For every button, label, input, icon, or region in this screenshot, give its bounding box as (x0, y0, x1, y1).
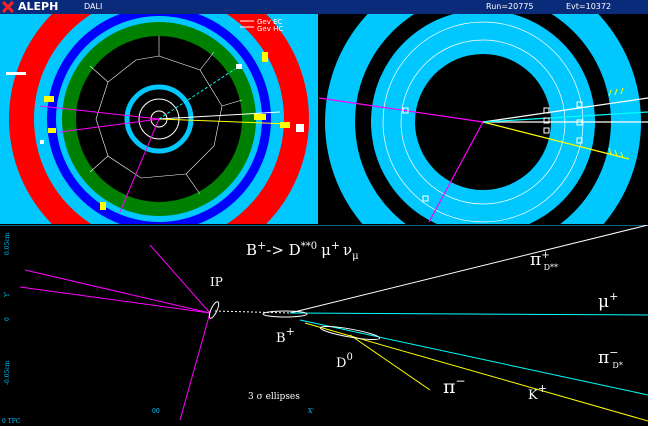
y-axis-mid-label: Y' (4, 291, 11, 298)
detector-xy-view: Gev EC Gev HC (0, 14, 318, 224)
run-number: Run=20775 (486, 2, 534, 11)
aleph-logo-icon (2, 0, 14, 14)
title-bar: ALEPH DALI Run=20775 Evt=10372 (0, 0, 648, 14)
ellipses-note: 3 σ ellipses (248, 392, 300, 402)
legend-hc-label: Gev HC (257, 25, 283, 33)
y-axis-zero-label: 0 (4, 317, 11, 321)
brand-label: ALEPH (18, 0, 59, 13)
ip-closeup-view: B+-> D**0 μ+ νμ IP B+ D0 π+ D** μ+ π− D* π− … (0, 225, 648, 426)
x-axis-left-label: 00 (152, 408, 160, 415)
y-axis-top-label: 0.05cm (4, 232, 11, 255)
y-axis-bottom-label: -0.05cm (4, 360, 11, 385)
ip-label: IP (210, 275, 223, 289)
app-label: DALI (84, 2, 103, 11)
x-axis-right-label: X' (308, 408, 314, 415)
vertex-zoom-view (319, 14, 648, 224)
event-number: Evt=10372 (566, 2, 612, 11)
tpc-label: 0 TPC (2, 418, 21, 425)
